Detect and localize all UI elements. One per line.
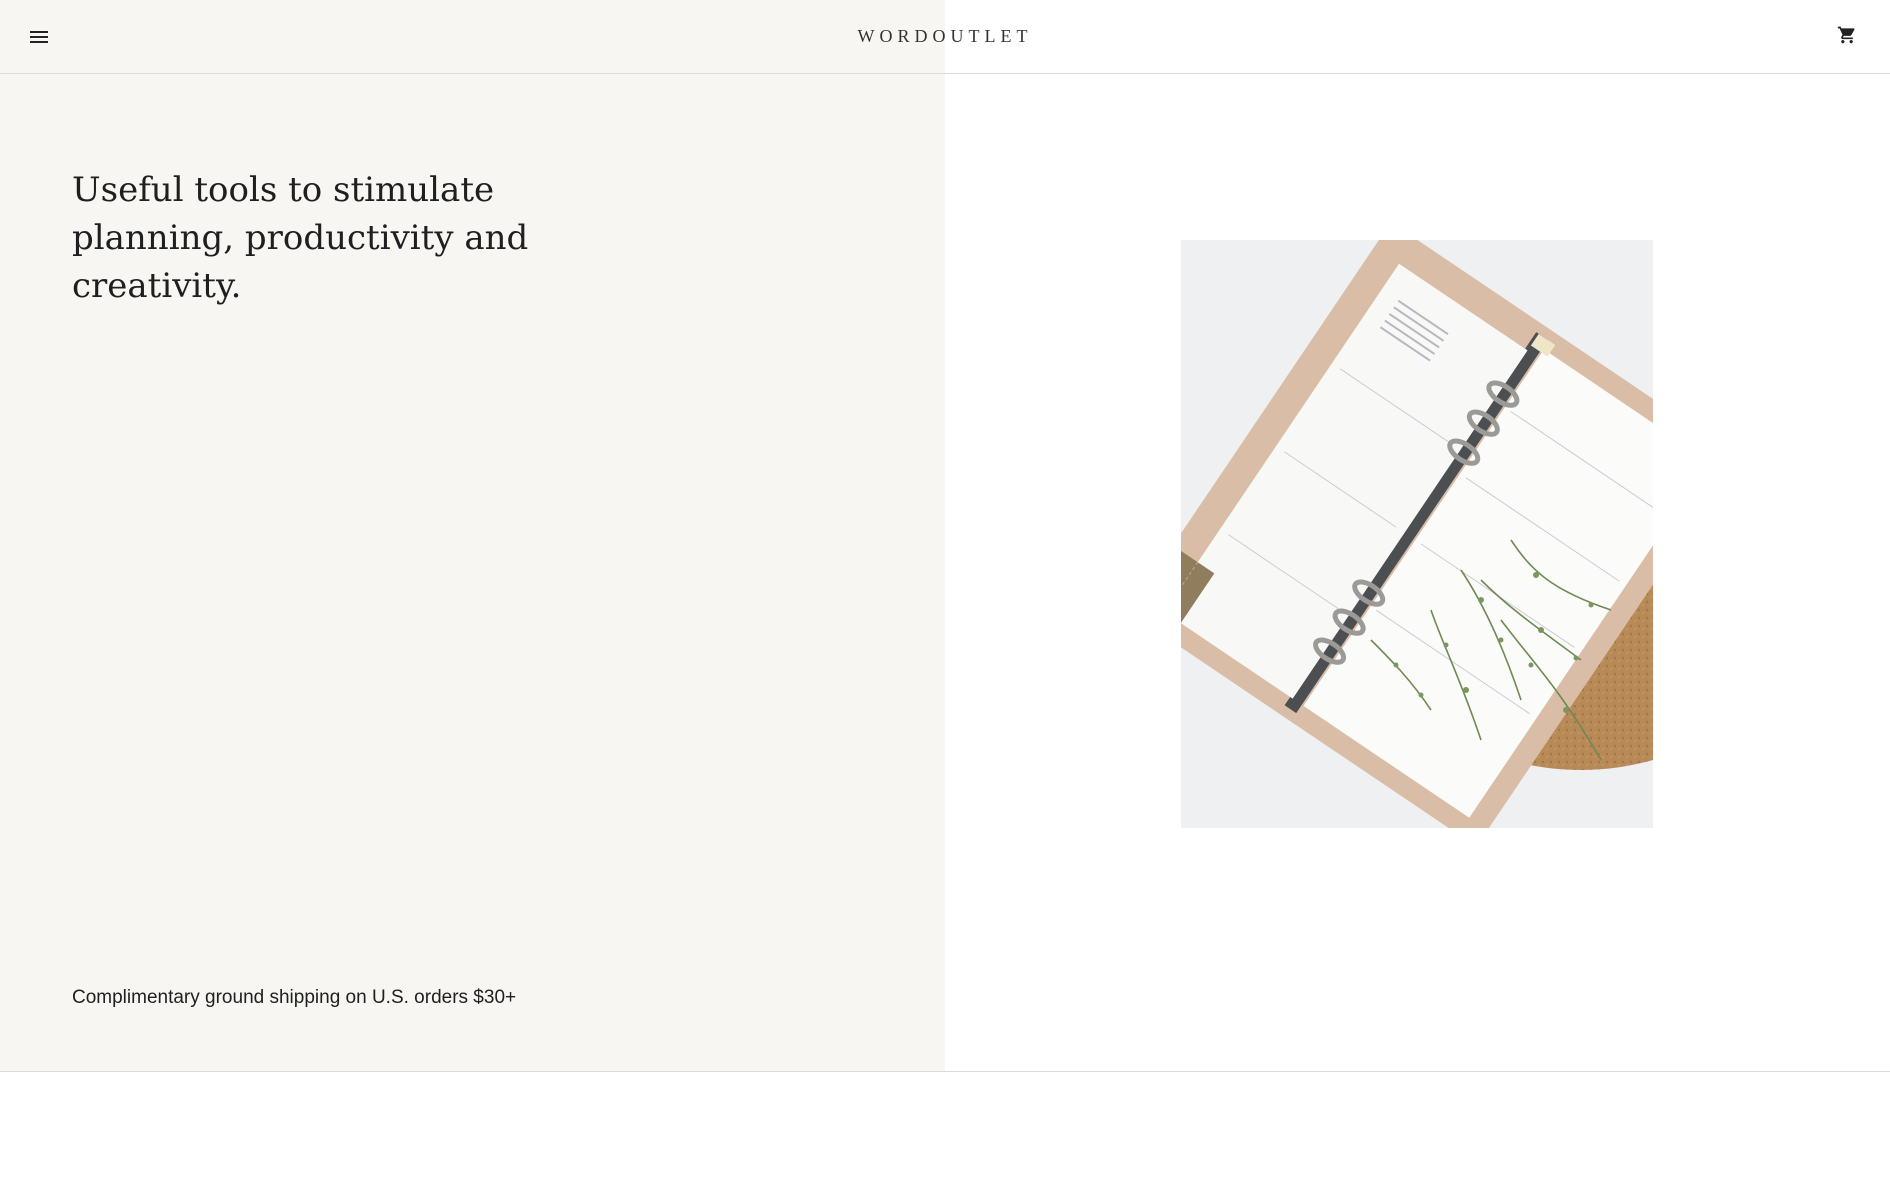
planner-product-image[interactable] <box>1181 240 1653 828</box>
hero-text-panel: Useful tools to stimulate planning, prod… <box>0 74 945 1071</box>
planner-illustration <box>1181 240 1653 828</box>
hero-image-panel <box>945 74 1890 1071</box>
shopping-cart-icon <box>1837 26 1855 44</box>
cart-button[interactable] <box>1830 18 1864 52</box>
hero-section: Useful tools to stimulate planning, prod… <box>0 74 1890 1072</box>
header-right-panel <box>945 0 1890 73</box>
shipping-note: Complimentary ground shipping on U.S. or… <box>72 987 517 1008</box>
hero-headline: Useful tools to stimulate planning, prod… <box>72 170 529 306</box>
hamburger-menu-icon <box>30 31 48 43</box>
header-left-panel <box>0 0 945 73</box>
page: WORDOUTLET Useful tools to stimulate pla… <box>0 0 1890 1191</box>
menu-button[interactable] <box>22 20 56 54</box>
site-header: WORDOUTLET <box>0 0 1890 74</box>
site-logo[interactable]: WORDOUTLET <box>858 26 1033 47</box>
